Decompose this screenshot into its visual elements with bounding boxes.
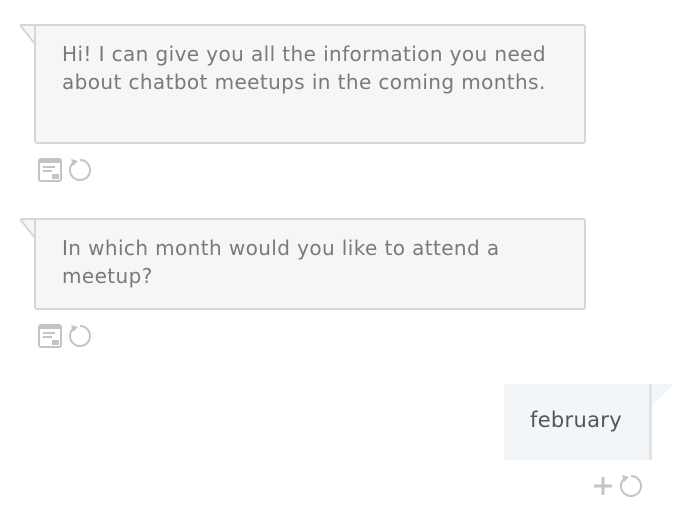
card-view-icon[interactable]: [37, 157, 63, 183]
refresh-icon[interactable]: [618, 473, 644, 499]
bot-message-text: Hi! I can give you all the information y…: [62, 42, 546, 94]
bot-message-actions: [37, 156, 93, 184]
refresh-icon[interactable]: [67, 157, 93, 183]
card-view-icon[interactable]: [37, 323, 63, 349]
plus-icon[interactable]: [590, 473, 616, 499]
bot-message-text: In which month would you like to attend …: [62, 236, 500, 288]
bot-message: In which month would you like to attend …: [34, 218, 586, 310]
user-message-text: february: [530, 408, 622, 432]
bot-message-actions: [37, 322, 93, 350]
bot-message: Hi! I can give you all the information y…: [34, 24, 586, 144]
user-bubble-tail: [652, 384, 674, 410]
user-message: february: [504, 384, 652, 460]
refresh-icon[interactable]: [67, 323, 93, 349]
user-message-actions: [590, 472, 644, 500]
